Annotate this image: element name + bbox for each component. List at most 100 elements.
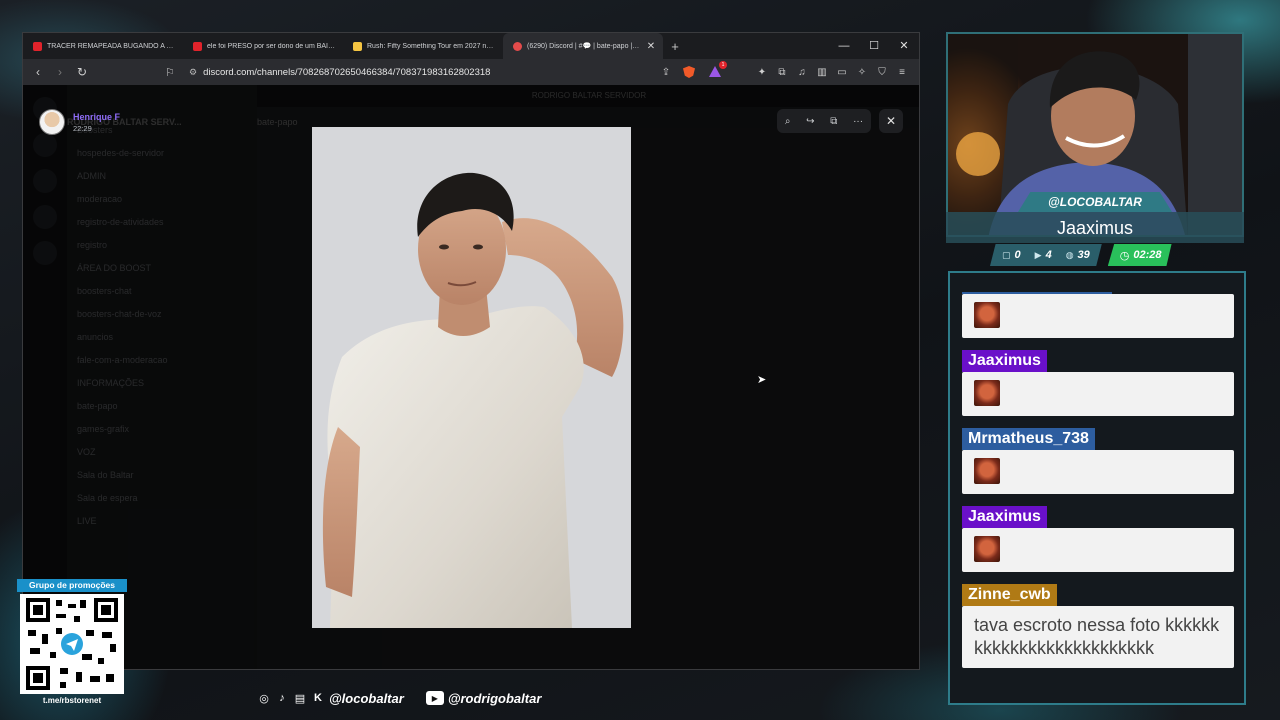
youtube-icon [33, 41, 42, 51]
discord-top-banner: RODRIGO BALTAR SERVIDOR [257, 85, 919, 107]
stat-youtube: ▶ 4 [1035, 249, 1052, 261]
clock-icon: ◷ [1119, 249, 1130, 262]
channel-item[interactable]: ÁREA DO BOOST [77, 263, 247, 273]
channel-item[interactable]: ADMIN [77, 171, 247, 181]
share-icon[interactable]: ⇪ [657, 67, 675, 78]
tab-tracer[interactable]: TRACER REMAPEADA BUGANDO A ZONA N [23, 33, 183, 59]
channel-item[interactable]: registro-de-atividades [77, 217, 247, 227]
rewards-icon[interactable]: 1 [709, 61, 727, 78]
tab-baile[interactable]: ele foi PRESO por ser dono de um BAILE F… [183, 33, 343, 59]
minimize-button[interactable]: — [829, 33, 859, 59]
chat-message: Jaaximus [962, 350, 1234, 416]
leo-icon[interactable]: ✧ [855, 67, 869, 78]
message-body [962, 294, 1234, 338]
brave-shields-icon[interactable] [683, 66, 695, 78]
forward-icon[interactable]: ↪ [806, 116, 814, 127]
reload-button[interactable]: ↻ [73, 63, 91, 81]
zoom-icon[interactable]: ⌕ [785, 116, 791, 127]
music-icon[interactable]: ♫ [795, 67, 809, 78]
uptime-badge: ◷ 02:28 [1107, 244, 1172, 266]
translate-icon[interactable]: ⧉ [775, 67, 789, 78]
channel-item[interactable]: hospedes-de-servidor [77, 148, 247, 158]
tab-title: (6290) Discord | #💬 | bate-papo | RO [527, 43, 640, 50]
avatar[interactable] [39, 109, 65, 135]
message-body [962, 450, 1234, 494]
site-settings-icon[interactable]: ⚙ [189, 67, 197, 78]
emote-icon [974, 458, 1000, 484]
forward-button[interactable]: › [51, 63, 69, 81]
stream-stats: ▢ 0 ▶ 4 ◍ 39 ◷ 02:28 [990, 243, 1234, 267]
tab-discord[interactable]: (6290) Discord | #💬 | bate-papo | RO ✕ [503, 33, 663, 59]
chat-message [962, 294, 1234, 338]
page-viewport: Boosters hospedes-de-servidor ADMIN mode… [23, 85, 919, 669]
instagram-icon: ◎ [259, 692, 269, 705]
chat-username: Mrmatheus_738 [962, 428, 1095, 450]
youtube-icon [193, 41, 202, 51]
channel-item[interactable]: games-grafix [77, 424, 247, 434]
chat-message: Jaaximus [962, 506, 1234, 572]
channel-item[interactable]: bate-papo [77, 401, 247, 411]
discord-icon [513, 41, 522, 51]
back-button[interactable]: ‹ [29, 63, 47, 81]
close-lightbox-button[interactable]: ✕ [879, 109, 903, 133]
open-external-icon[interactable]: ⧉ [830, 116, 837, 127]
social-handle-main: @locobaltar [329, 690, 404, 706]
stat-subs: ▢ 0 [1002, 249, 1021, 261]
photo-illustration [312, 127, 631, 628]
new-tab-button[interactable]: + [663, 39, 687, 54]
qr-pattern [26, 598, 118, 690]
bookmark-icon[interactable]: ⚐ [165, 66, 179, 79]
chat-username: Jaaximus [962, 506, 1047, 528]
promo-qr: Grupo de promoções t.me/rbstorenet [17, 579, 127, 705]
vpn-icon[interactable]: ⛉ [875, 67, 889, 78]
chat-bubble-icon: ▢ [1002, 249, 1011, 260]
tab-rush[interactable]: Rush: Fifty Something Tour em 2027 no Br… [343, 33, 503, 59]
latest-follower: Jaaximus [946, 212, 1244, 243]
rewards-badge: 1 [719, 61, 727, 69]
stat-counters: ▢ 0 ▶ 4 ◍ 39 [990, 244, 1102, 266]
channel-item[interactable]: registro [77, 240, 247, 250]
top-banner-text: RODRIGO BALTAR SERVIDOR [531, 91, 647, 100]
address-bar[interactable]: ⚙ discord.com/channels/70826870265046638… [183, 62, 653, 82]
kick-icon: K [314, 692, 322, 704]
extensions-icon[interactable]: ✦ [755, 67, 769, 78]
chat-username: Jaaximus [962, 350, 1047, 372]
channel-item[interactable]: Sala do Baltar [77, 470, 247, 480]
promo-url[interactable]: t.me/rbstorenet [17, 695, 127, 707]
channel-item[interactable]: fale-com-a-moderacao [77, 355, 247, 365]
streamer-handle: @LOCOBALTAR [1018, 192, 1172, 212]
lightbox-toolbar: ⌕ ↪ ⧉ ··· [777, 109, 871, 133]
close-icon[interactable]: ✕ [645, 41, 657, 52]
more-icon[interactable]: ··· [853, 116, 863, 127]
channel-item[interactable]: boosters-chat [77, 286, 247, 296]
image-author[interactable]: Henrique F 22:29 [39, 109, 120, 135]
menu-icon[interactable]: ≡ [895, 67, 909, 78]
channel-item[interactable]: VOZ [77, 447, 247, 457]
wallet-icon[interactable]: ▭ [835, 67, 849, 78]
sidebar-icon[interactable]: ▥ [815, 67, 829, 78]
youtube-count: 4 [1045, 249, 1052, 261]
posted-photo[interactable] [312, 127, 631, 628]
emote-icon [974, 302, 1000, 328]
channel-item[interactable]: INFORMAÇÕES [77, 378, 247, 388]
channel-item[interactable]: anuncios [77, 332, 247, 342]
qr-code [20, 594, 124, 694]
channel-item[interactable]: boosters-chat-de-voz [77, 309, 247, 319]
subs-count: 0 [1014, 249, 1021, 261]
twitch-icon: ▤ [294, 692, 306, 705]
social-handle-youtube: @rodrigobaltar [447, 690, 542, 706]
author-name[interactable]: Henrique F [73, 112, 120, 122]
message-body [962, 528, 1234, 572]
extension-icons: ✦ ⧉ ♫ ▥ ▭ ✧ ⛉ ≡ [755, 67, 913, 78]
channel-item[interactable]: moderacao [77, 194, 247, 204]
close-window-button[interactable]: ✕ [889, 33, 919, 59]
channel-item[interactable]: LIVE [77, 516, 247, 526]
channel-item[interactable]: Sala de espera [77, 493, 247, 503]
emote-icon [974, 380, 1000, 406]
maximize-button[interactable]: ☐ [859, 33, 889, 59]
chat-count: 39 [1077, 249, 1090, 261]
mouse-cursor-icon: ➤ [757, 374, 767, 386]
tiktok-icon: ♪ [279, 692, 285, 704]
message-icon: ◍ [1065, 249, 1074, 260]
url-text: discord.com/channels/708268702650466384/… [203, 66, 491, 78]
